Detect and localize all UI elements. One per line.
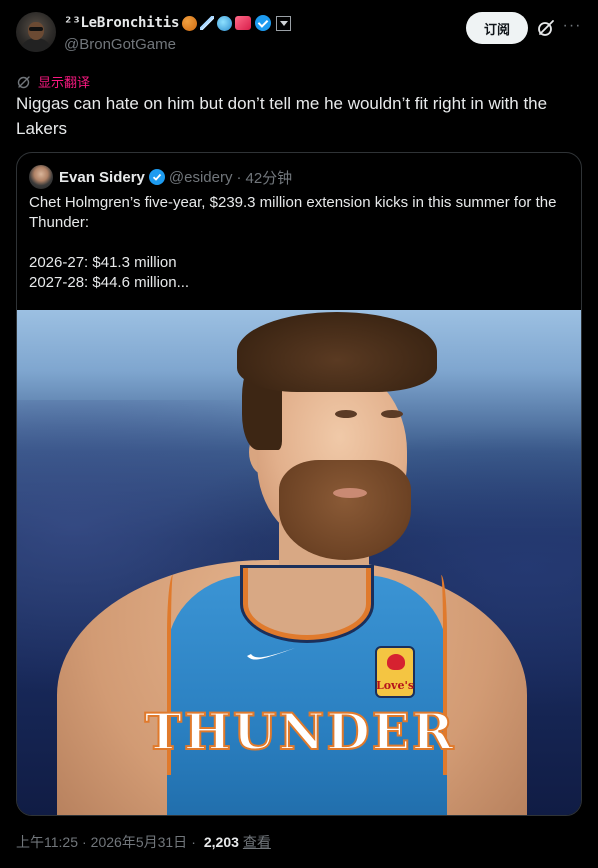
dropdown-flag-icon <box>276 15 292 31</box>
photo-eye <box>335 410 357 418</box>
avatar-sunglasses <box>29 27 43 31</box>
quoted-tweet[interactable]: Evan Sidery @esidery · 42分钟 Chet Holmgre… <box>16 152 582 816</box>
comet-icon <box>200 16 215 30</box>
author-display-name[interactable]: ²³LeBronchitis <box>64 15 179 31</box>
loves-patch: Love's <box>375 646 415 698</box>
heart-icon <box>235 16 252 30</box>
tweet-header: ²³LeBronchitis @BronGotGame 订阅 ··· <box>16 12 582 56</box>
views-count: 2,203 <box>203 834 239 850</box>
quoted-timestamp[interactable]: 42分钟 <box>245 167 292 188</box>
more-icon[interactable]: ··· <box>562 18 582 38</box>
quoted-text-line <box>29 233 569 253</box>
jersey-text: THUNDER <box>144 701 456 762</box>
photo-eye <box>381 410 403 418</box>
photo-hair <box>237 312 437 392</box>
views-label[interactable]: 查看 <box>243 832 271 852</box>
photo-jersey-collar <box>243 568 371 640</box>
display-name-row: ²³LeBronchitis <box>64 14 292 32</box>
quoted-separator: · <box>236 168 242 186</box>
meta-separator: · <box>82 834 87 850</box>
avatar-face <box>28 22 44 40</box>
tweet-time[interactable]: 上午11:25 <box>16 832 78 852</box>
photo-mouth <box>333 488 367 498</box>
basketball-icon <box>182 15 198 31</box>
subscribe-button[interactable]: 订阅 <box>466 12 528 44</box>
quoted-author-avatar[interactable] <box>29 165 53 189</box>
quoted-author-handle[interactable]: @esidery <box>169 169 233 186</box>
tweet-meta: 上午11:25 · 2026年5月31日 · 2,203 查看 <box>16 832 271 852</box>
quoted-tweet-header: Evan Sidery @esidery · 42分钟 <box>29 165 292 189</box>
quoted-text-line: Chet Holmgren’s five-year, $239.3 millio… <box>29 194 557 231</box>
verified-badge-icon <box>148 169 165 185</box>
photo-beard <box>279 460 411 560</box>
quoted-tweet-photo[interactable]: Love's THUNDER <box>17 310 581 815</box>
avatar-shirt <box>22 38 50 52</box>
author-handle[interactable]: @BronGotGame <box>64 36 291 53</box>
tweet-date[interactable]: 2026年5月31日 <box>91 832 188 852</box>
grok-icon[interactable] <box>536 18 556 38</box>
verified-badge-icon[interactable] <box>255 15 272 31</box>
tweet-text: Niggas can hate on him but don’t tell me… <box>16 94 548 138</box>
translate-icon <box>17 75 30 88</box>
author-avatar[interactable] <box>16 12 56 52</box>
quoted-tweet-text: Chet Holmgren’s five-year, $239.3 millio… <box>29 193 569 293</box>
meta-separator: · <box>191 834 196 850</box>
show-translation[interactable]: 显示翻译 <box>16 72 90 91</box>
translate-label[interactable]: 显示翻译 <box>38 72 90 91</box>
quoted-author-name[interactable]: Evan Sidery <box>59 169 145 186</box>
nike-swoosh-icon <box>247 648 295 660</box>
globe-icon <box>217 15 233 31</box>
quoted-text-line: 2027-28: $44.6 million... <box>29 274 190 291</box>
author-names: ²³LeBronchitis @BronGotGame <box>64 14 292 53</box>
quoted-text-line: 2026-27: $41.3 million <box>29 254 177 271</box>
